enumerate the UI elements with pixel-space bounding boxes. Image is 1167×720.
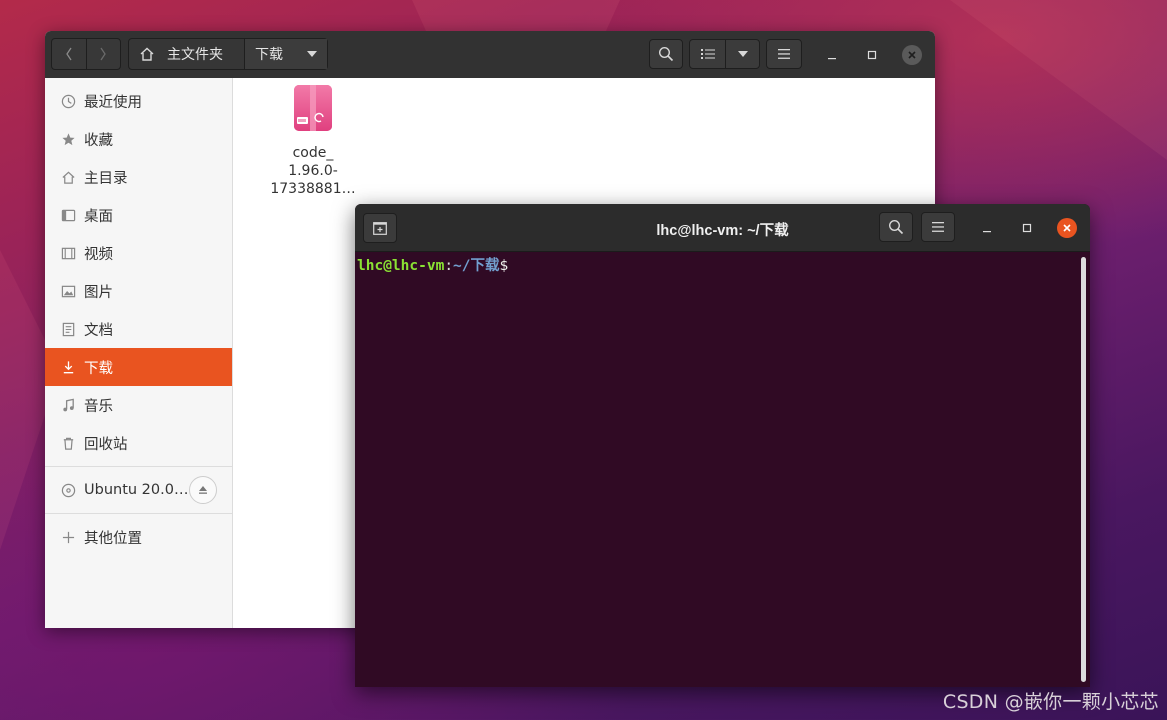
music-icon — [60, 397, 76, 413]
sidebar-separator — [45, 466, 232, 467]
plus-icon — [60, 529, 76, 545]
chevron-down-icon — [737, 51, 748, 57]
back-button[interactable] — [52, 39, 86, 69]
prompt-user-host: lhc@lhc-vm — [357, 258, 445, 274]
close-icon — [1063, 224, 1071, 232]
maximize-icon — [1022, 223, 1032, 233]
terminal-menu-button[interactable] — [921, 212, 955, 242]
optical-disc-icon — [60, 482, 76, 498]
search-icon — [888, 219, 904, 235]
wallpaper-shard — [950, 0, 1167, 160]
sidebar-item-label: 音乐 — [84, 398, 113, 415]
trash-icon — [60, 435, 76, 451]
view-options — [689, 39, 760, 69]
navigation-buttons — [51, 38, 121, 70]
film-icon — [60, 245, 76, 261]
sidebar-item-label: 其他位置 — [84, 530, 142, 547]
sidebar-item-label: 最近使用 — [84, 94, 142, 111]
prompt-path: ~/下载 — [453, 258, 500, 274]
minimize-button[interactable] — [822, 45, 842, 65]
sidebar-item-trash[interactable]: 回收站 — [45, 424, 232, 462]
menu-button[interactable] — [766, 39, 802, 69]
minimize-icon — [983, 231, 991, 233]
maximize-button[interactable] — [1017, 218, 1037, 238]
star-icon — [60, 131, 76, 147]
sidebar-item-label: 主目录 — [84, 170, 128, 187]
debian-package-icon — [294, 85, 332, 131]
maximize-icon — [867, 50, 877, 60]
home-icon — [140, 47, 154, 61]
terminal-content[interactable]: lhc@lhc-vm:~/下载$ — [355, 252, 1090, 687]
forward-button[interactable] — [85, 39, 121, 69]
search-icon — [658, 46, 674, 62]
file-manager-headerbar: 主文件夹 下载 — [45, 31, 935, 78]
prompt-symbol: $ — [499, 258, 509, 274]
chevron-right-icon — [100, 47, 107, 61]
desktop-icon — [60, 207, 76, 223]
terminal-scrollbar[interactable] — [1081, 257, 1086, 682]
sidebar-item-pictures[interactable]: 图片 — [45, 272, 232, 310]
eject-button[interactable] — [189, 476, 217, 504]
maximize-button[interactable] — [862, 45, 882, 65]
terminal-headerbar: lhc@lhc-vm: ~/下载 — [355, 204, 1090, 252]
file-name: code_ 1.96.0- 17338881… — [261, 144, 365, 198]
sidebar-item-downloads[interactable]: 下载 — [45, 348, 232, 386]
sidebar-item-label: 视频 — [84, 246, 113, 263]
picture-icon — [60, 283, 76, 299]
sidebar-item-label: 收藏 — [84, 132, 113, 149]
list-view-button[interactable] — [690, 40, 726, 68]
download-icon — [60, 359, 76, 375]
sidebar-item-music[interactable]: 音乐 — [45, 386, 232, 424]
sidebar-item-videos[interactable]: 视频 — [45, 234, 232, 272]
close-button[interactable] — [902, 45, 922, 65]
file-name-line: 1.96.0- — [288, 163, 338, 179]
sidebar-item-other-locations[interactable]: 其他位置 — [45, 518, 232, 556]
document-icon — [60, 321, 76, 337]
terminal-search-button[interactable] — [879, 212, 913, 242]
sidebar-item-documents[interactable]: 文档 — [45, 310, 232, 348]
home-icon — [60, 169, 76, 185]
new-tab-button[interactable] — [363, 213, 397, 243]
sidebar-item-label: 桌面 — [84, 208, 113, 225]
search-button[interactable] — [649, 39, 683, 69]
sidebar-separator — [45, 513, 232, 514]
file-name-line: 17338881… — [270, 181, 356, 197]
sidebar-item-label: 下载 — [84, 360, 113, 377]
list-view-icon — [700, 49, 715, 59]
terminal-window: lhc@lhc-vm: ~/下载 lhc@lhc-vm:~/下载$ — [355, 204, 1090, 687]
breadcrumb-home[interactable]: 主文件夹 — [129, 39, 244, 69]
chevron-left-icon — [65, 47, 72, 61]
close-icon — [908, 51, 916, 59]
sidebar-item-label: 回收站 — [84, 436, 128, 453]
sidebar-item-drive[interactable]: Ubuntu 20.0… — [45, 471, 232, 509]
new-tab-icon — [373, 221, 387, 235]
eject-icon — [199, 486, 207, 494]
sidebar-item-label: 文档 — [84, 322, 113, 339]
minimize-button[interactable] — [977, 218, 997, 238]
breadcrumb-home-label: 主文件夹 — [167, 47, 223, 63]
chevron-down-icon — [307, 51, 317, 57]
view-dropdown-button[interactable] — [726, 40, 759, 68]
clock-icon — [60, 93, 76, 109]
watermark: CSDN @嵌你一颗小芯芯 — [942, 691, 1159, 713]
file-name-line: code_ — [292, 145, 334, 161]
places-sidebar: 最近使用 收藏 主目录 桌面 视频 图片 文档 下载 音乐 回收站 Ubuntu… — [45, 78, 233, 628]
sidebar-item-label: Ubuntu 20.0… — [84, 482, 189, 498]
sidebar-item-desktop[interactable]: 桌面 — [45, 196, 232, 234]
close-button[interactable] — [1057, 218, 1077, 238]
breadcrumb: 主文件夹 下载 — [128, 38, 328, 70]
minimize-icon — [828, 58, 836, 60]
breadcrumb-current-label: 下载 — [255, 47, 283, 63]
prompt-colon: : — [444, 258, 454, 274]
sidebar-item-home[interactable]: 主目录 — [45, 158, 232, 196]
file-item[interactable]: code_ 1.96.0- 17338881… — [261, 84, 365, 198]
hamburger-menu-icon — [778, 49, 790, 59]
hamburger-menu-icon — [932, 222, 944, 232]
sidebar-item-label: 图片 — [84, 284, 113, 301]
breadcrumb-current[interactable]: 下载 — [244, 39, 327, 69]
sidebar-item-recent[interactable]: 最近使用 — [45, 82, 232, 120]
sidebar-item-starred[interactable]: 收藏 — [45, 120, 232, 158]
